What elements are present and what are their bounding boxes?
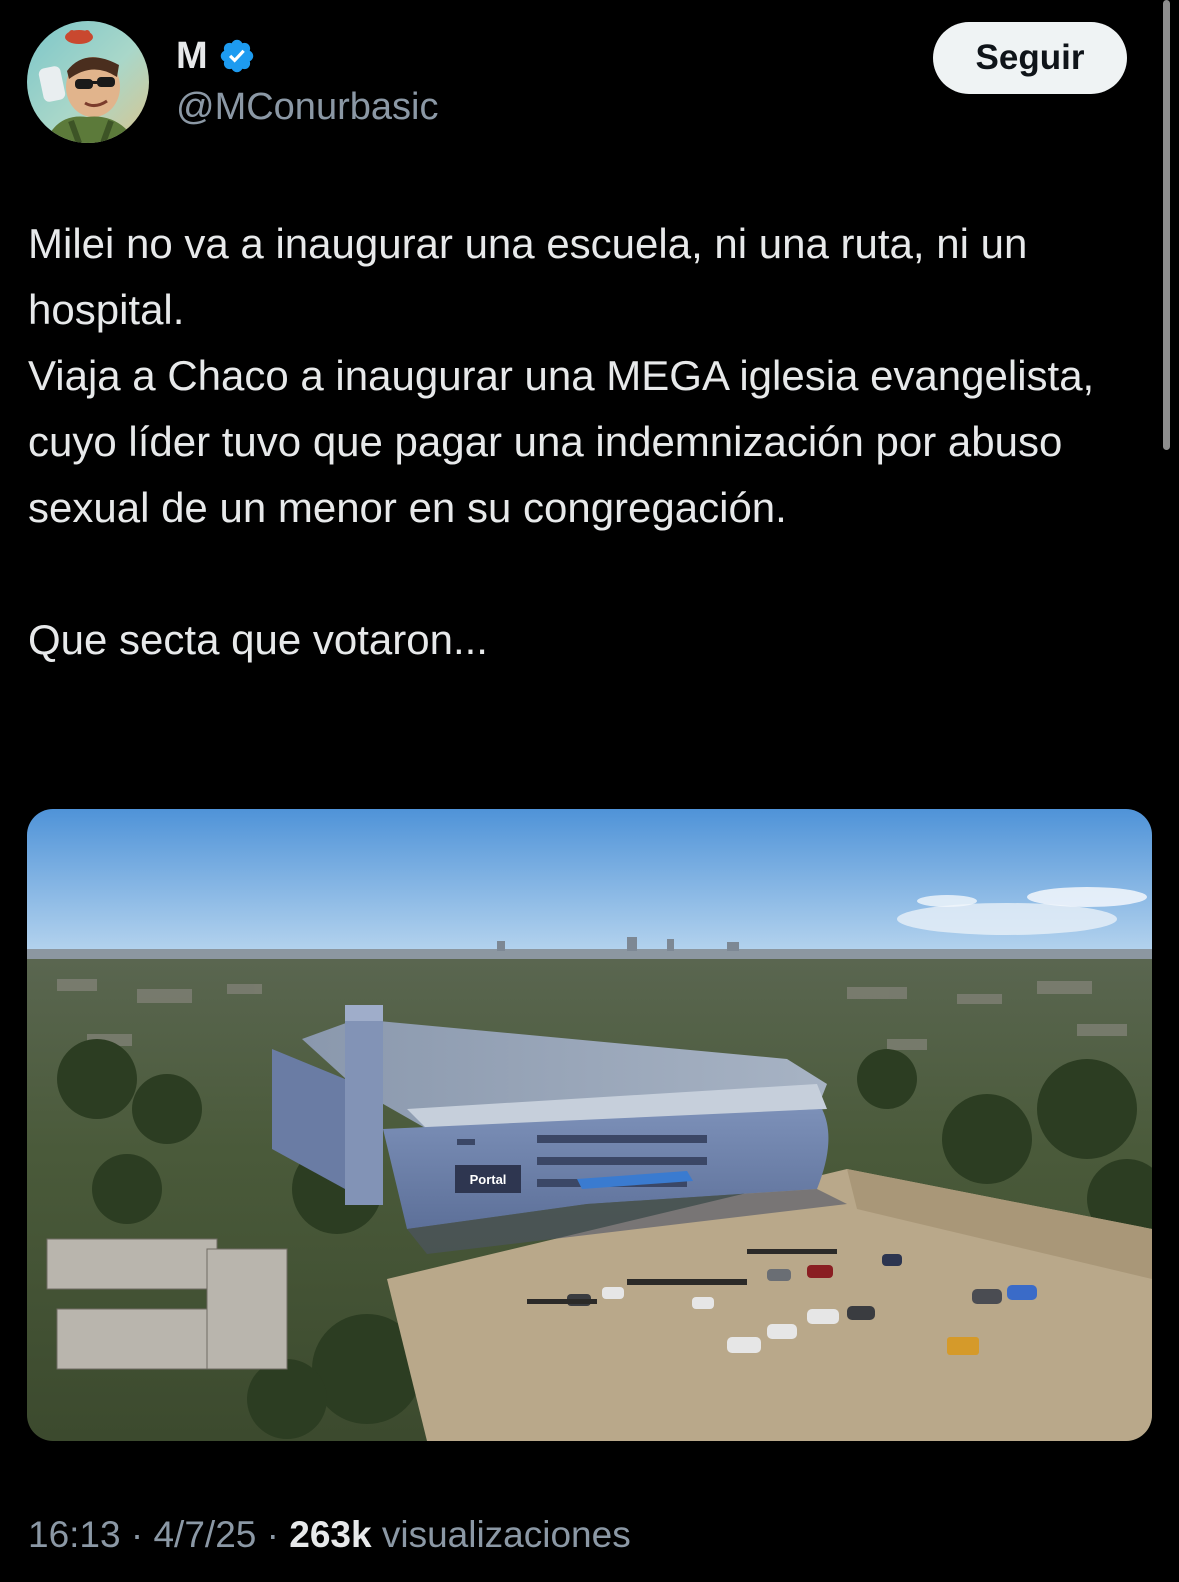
scrollbar[interactable] (1163, 0, 1170, 450)
aerial-photo: Portal (27, 809, 1152, 1441)
meta-separator: · (130, 1514, 144, 1555)
tweet-text: Milei no va a inaugurar una escuela, ni … (28, 211, 1148, 673)
tweet-time[interactable]: 16:13 (28, 1514, 121, 1555)
avatar[interactable] (27, 21, 149, 143)
author-name-row[interactable]: M (176, 33, 256, 79)
tweet-date[interactable]: 4/7/25 (153, 1514, 256, 1555)
author-display-name[interactable]: M (176, 33, 208, 79)
tweet-meta: 16:13 · 4/7/25 · 263k visualizaciones (28, 1510, 631, 1560)
views-label: visualizaciones (381, 1514, 631, 1555)
tweet-paragraph: Viaja a Chaco a inaugurar una MEGA igles… (28, 352, 1095, 531)
meta-separator: · (266, 1514, 279, 1555)
follow-button[interactable]: Seguir (933, 22, 1127, 94)
building-sign: Portal (470, 1172, 507, 1187)
author-handle[interactable]: @MConurbasic (176, 84, 438, 130)
views-count[interactable]: 263k (289, 1514, 371, 1555)
tweet-media-image[interactable]: Portal (27, 809, 1152, 1441)
avatar-illustration (27, 21, 149, 143)
verified-badge-icon (218, 37, 256, 75)
tweet-paragraph: Milei no va a inaugurar una escuela, ni … (28, 220, 1028, 333)
tweet-paragraph: Que secta que votaron... (28, 616, 488, 663)
